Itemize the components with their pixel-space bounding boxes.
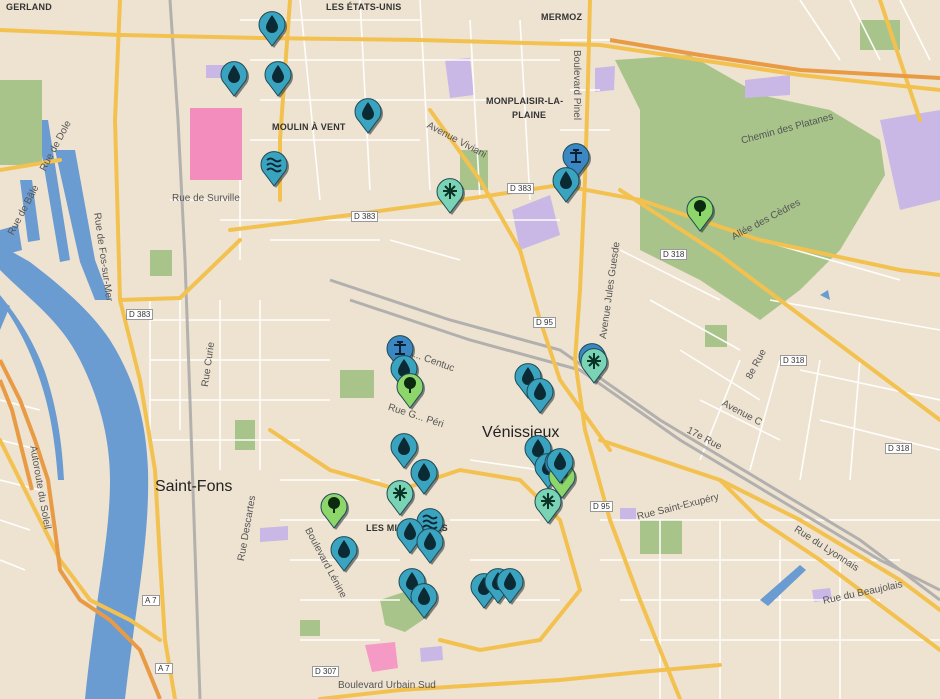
map-marker-water[interactable] bbox=[219, 58, 249, 98]
road-shield-d95: D 95 bbox=[590, 501, 613, 512]
street-label-boulevard-urbain-sud: Boulevard Urbain Sud bbox=[338, 680, 436, 691]
map-marker-water[interactable] bbox=[263, 58, 293, 98]
map-marker-wave[interactable] bbox=[259, 148, 289, 188]
road-shield-d318: D 318 bbox=[660, 249, 688, 260]
road-shield-d383: D 383 bbox=[126, 309, 154, 320]
map-marker-snow[interactable] bbox=[385, 477, 415, 517]
map-marker-water[interactable] bbox=[257, 8, 287, 48]
map-marker-water[interactable] bbox=[551, 164, 581, 204]
road-shield-d307: D 307 bbox=[312, 666, 340, 677]
district-label-moulin-a-vent: MOULIN À VENT bbox=[272, 122, 346, 132]
map-marker-water[interactable] bbox=[495, 565, 525, 605]
map-marker-water[interactable] bbox=[415, 525, 445, 565]
road-shield-a7: A 7 bbox=[155, 663, 173, 674]
street-label-rue-de-surville: Rue de Surville bbox=[172, 193, 240, 204]
map-marker-water[interactable] bbox=[525, 375, 555, 415]
district-label-monplaisir-line2: PLAINE bbox=[512, 110, 547, 120]
road-shield-a7: A 7 bbox=[142, 595, 160, 606]
map-marker-water[interactable] bbox=[329, 533, 359, 573]
district-label-mermoz: MERMOZ bbox=[541, 12, 583, 22]
road-shield-d95: D 95 bbox=[533, 317, 556, 328]
map-marker-snow[interactable] bbox=[579, 345, 609, 385]
road-shield-d318: D 318 bbox=[780, 355, 808, 366]
map-marker-tree[interactable] bbox=[685, 193, 715, 233]
road-shield-d383: D 383 bbox=[351, 211, 379, 222]
district-label-monplaisir-line1: MONPLAISIR-LA- bbox=[486, 96, 564, 106]
city-label-saint-fons: Saint-Fons bbox=[155, 478, 233, 495]
map-marker-tree[interactable] bbox=[395, 370, 425, 410]
map-marker-snow[interactable] bbox=[435, 175, 465, 215]
street-label-boulevard-pinel: Boulevard Pinel bbox=[571, 50, 582, 121]
map-marker-water[interactable] bbox=[409, 580, 439, 620]
map-marker-water[interactable] bbox=[353, 95, 383, 135]
road-shield-d383: D 383 bbox=[507, 183, 535, 194]
map-marker-tree[interactable] bbox=[319, 490, 349, 530]
map-marker-water[interactable] bbox=[545, 445, 575, 485]
district-label-gerland: GERLAND bbox=[6, 2, 52, 12]
district-label-les-etats-unis: LES ÉTATS-UNIS bbox=[326, 2, 402, 12]
map-canvas[interactable]: GERLAND LES ÉTATS-UNIS MERMOZ MOULIN À V… bbox=[0, 0, 940, 699]
road-shield-d318: D 318 bbox=[885, 443, 913, 454]
map-marker-snow[interactable] bbox=[533, 485, 563, 525]
